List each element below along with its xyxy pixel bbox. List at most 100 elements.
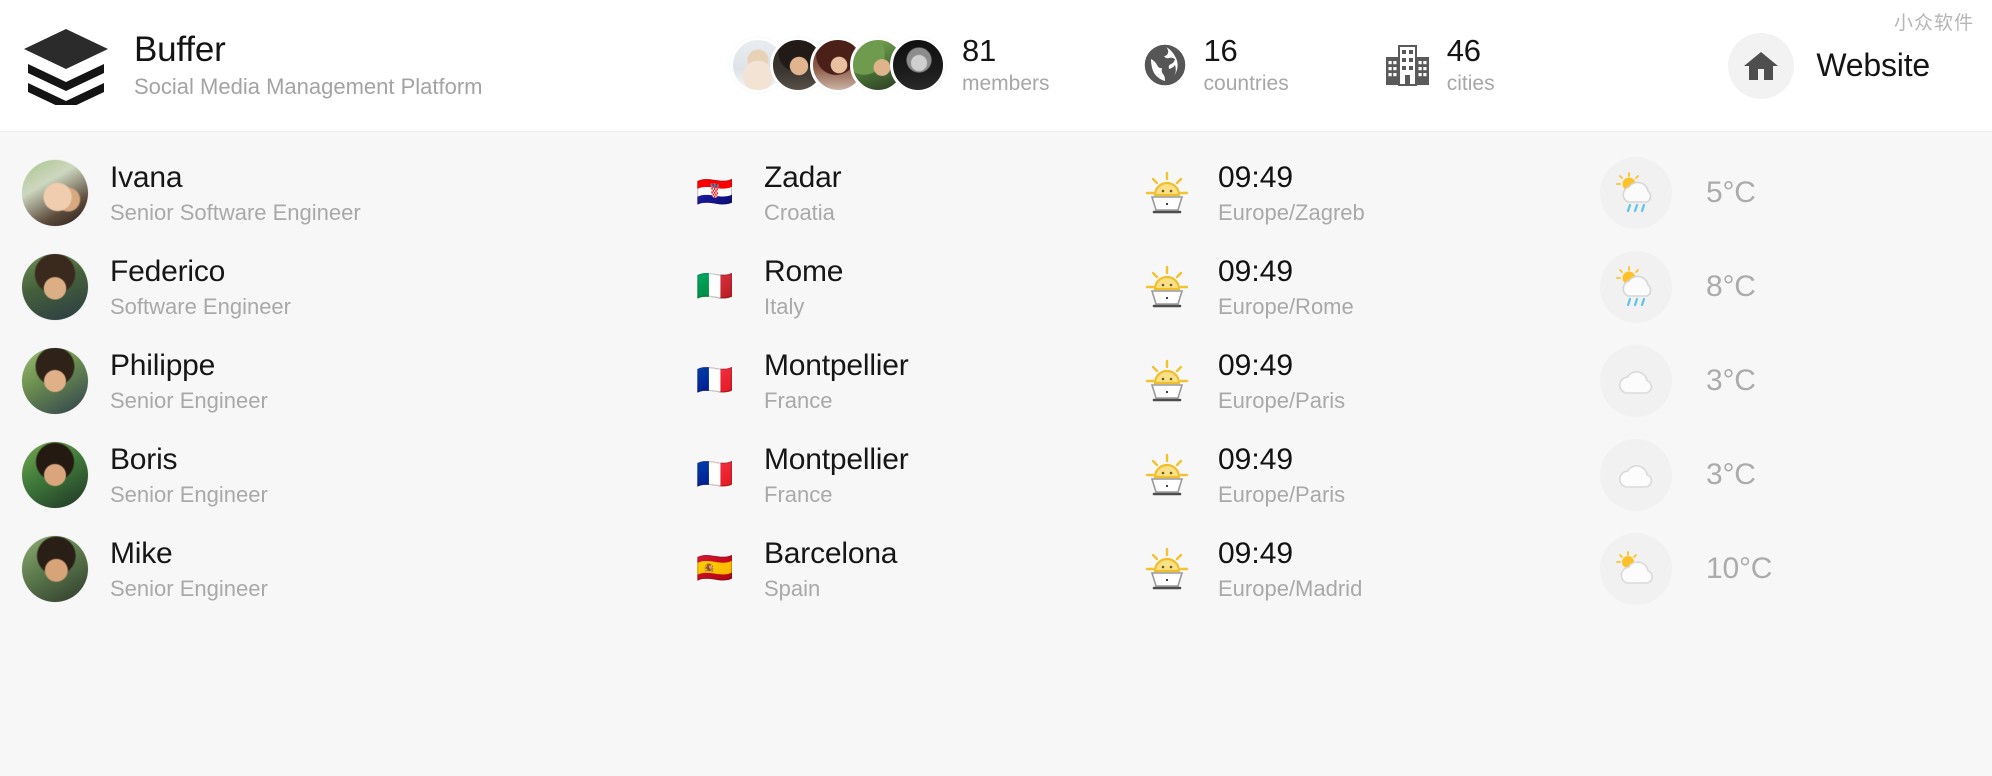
italy-flag: 🇮🇹	[696, 269, 734, 304]
member-temperature: 8°C	[1706, 270, 1756, 303]
france-flag: 🇫🇷	[696, 457, 734, 492]
member-country: Spain	[764, 575, 821, 601]
member-location-cell: 🇭🇷 Zadar Croatia	[672, 161, 1142, 225]
member-person-cell: Boris Senior Engineer	[22, 442, 672, 508]
france-flag: 🇫🇷	[696, 363, 734, 398]
brand-text: Buffer Social Media Management Platform	[134, 30, 483, 102]
stat-countries-value: 16	[1203, 33, 1238, 69]
member-time-cell: 09:49 Europe/Rome	[1142, 255, 1582, 319]
member-name: Ivana	[110, 160, 183, 194]
home-icon	[1744, 51, 1779, 80]
member-temperature: 3°C	[1706, 364, 1756, 397]
sun-behind-rain-cloud-icon	[1600, 251, 1672, 323]
brand-tagline: Social Media Management Platform	[134, 73, 483, 99]
member-person-cell: Philippe Senior Engineer	[22, 348, 672, 414]
member-time-cell: 09:49 Europe/Paris	[1142, 349, 1582, 413]
member-name: Mike	[110, 536, 173, 570]
member-weather-cell: 10°C	[1582, 533, 1992, 605]
member-role: Senior Engineer	[110, 575, 268, 601]
sunrise-icon	[1142, 544, 1192, 594]
member-weather-cell: 3°C	[1582, 439, 1992, 511]
member-time-cell: 09:49 Europe/Zagreb	[1142, 161, 1582, 225]
member-role: Senior Engineer	[110, 481, 268, 507]
member-weather-cell: 3°C	[1582, 345, 1992, 417]
member-role: Software Engineer	[110, 293, 291, 319]
stat-countries-figures: 16 countries	[1204, 35, 1289, 95]
stat-countries[interactable]: 16 countries	[1142, 35, 1289, 95]
stat-cities-value: 46	[1446, 33, 1481, 69]
avatar	[22, 442, 88, 508]
stat-cities[interactable]: 46 cities	[1385, 35, 1495, 95]
member-name: Federico	[110, 254, 226, 288]
member-temperature: 3°C	[1706, 458, 1756, 491]
member-city: Barcelona	[764, 536, 898, 570]
member-country: Croatia	[764, 199, 835, 225]
table-row[interactable]: Mike Senior Engineer 🇪🇸 Barcelona Spain	[0, 522, 1992, 616]
member-city: Rome	[764, 254, 844, 288]
member-weather-cell: 8°C	[1582, 251, 1992, 323]
member-local-time: 09:49	[1218, 442, 1294, 476]
sun-behind-rain-cloud-icon	[1600, 157, 1672, 229]
member-city: Montpellier	[764, 348, 909, 382]
website-button[interactable]: Website	[1728, 32, 1930, 99]
member-country: France	[764, 387, 833, 413]
stat-members-figures: 81 members	[962, 35, 1050, 95]
member-role: Senior Software Engineer	[110, 199, 361, 225]
member-list: Ivana Senior Software Engineer 🇭🇷 Zadar …	[0, 132, 1992, 616]
member-time-cell: 09:49 Europe/Paris	[1142, 443, 1582, 507]
member-location-cell: 🇫🇷 Montpellier France	[672, 443, 1142, 507]
member-city: Montpellier	[764, 442, 909, 476]
avatar	[22, 348, 88, 414]
website-icon-circle	[1728, 32, 1795, 99]
member-local-time: 09:49	[1218, 536, 1294, 570]
member-country: France	[764, 481, 833, 507]
member-person-cell: Mike Senior Engineer	[22, 536, 672, 602]
member-time-cell: 09:49 Europe/Madrid	[1142, 537, 1582, 601]
member-person-cell: Federico Software Engineer	[22, 254, 672, 320]
page-header: 小众软件 Buffer Social Media Management Plat…	[0, 0, 1992, 132]
website-label: Website	[1816, 47, 1930, 83]
member-local-time: 09:49	[1218, 348, 1294, 382]
avatar-stack[interactable]	[730, 37, 946, 94]
sunrise-icon	[1142, 356, 1192, 406]
table-row[interactable]: Boris Senior Engineer 🇫🇷 Montpellier Fra…	[0, 428, 1992, 522]
buildings-icon	[1385, 42, 1431, 88]
table-row[interactable]: Ivana Senior Software Engineer 🇭🇷 Zadar …	[0, 146, 1992, 240]
member-timezone: Europe/Paris	[1218, 387, 1346, 413]
member-local-time: 09:49	[1218, 160, 1294, 194]
member-name: Boris	[110, 442, 178, 476]
member-role: Senior Engineer	[110, 387, 268, 413]
avatar	[22, 160, 88, 226]
stat-members-label: members	[962, 72, 1050, 96]
cloud-icon	[1600, 345, 1672, 417]
sunrise-icon	[1142, 262, 1192, 312]
croatia-flag: 🇭🇷	[696, 175, 734, 210]
member-name: Philippe	[110, 348, 216, 382]
stat-members[interactable]: 81 members	[730, 35, 1050, 95]
watermark: 小众软件	[1893, 12, 1974, 34]
globe-icon	[1142, 42, 1188, 88]
spain-flag: 🇪🇸	[696, 551, 734, 586]
sunrise-icon	[1142, 168, 1192, 218]
table-row[interactable]: Philippe Senior Engineer 🇫🇷 Montpellier …	[0, 334, 1992, 428]
member-temperature: 10°C	[1706, 552, 1773, 585]
brand-name: Buffer	[134, 29, 226, 69]
member-country: Italy	[764, 293, 805, 319]
member-timezone: Europe/Paris	[1218, 481, 1346, 507]
member-timezone: Europe/Zagreb	[1218, 199, 1365, 225]
header-stats: 81 members 16 countries 46 cities Websit…	[682, 32, 1992, 99]
member-temperature: 5°C	[1706, 176, 1756, 209]
member-timezone: Europe/Madrid	[1218, 575, 1363, 601]
stat-cities-figures: 46 cities	[1447, 35, 1495, 95]
brand-block[interactable]: Buffer Social Media Management Platform	[22, 27, 682, 105]
table-row[interactable]: Federico Software Engineer 🇮🇹 Rome Italy	[0, 240, 1992, 334]
cloud-icon	[1600, 439, 1672, 511]
sunrise-icon	[1142, 450, 1192, 500]
avatar	[22, 254, 88, 320]
member-location-cell: 🇫🇷 Montpellier France	[672, 349, 1142, 413]
avatar	[890, 37, 946, 94]
avatar	[22, 536, 88, 602]
member-weather-cell: 5°C	[1582, 157, 1992, 229]
sun-behind-cloud-icon	[1600, 533, 1672, 605]
member-location-cell: 🇮🇹 Rome Italy	[672, 255, 1142, 319]
